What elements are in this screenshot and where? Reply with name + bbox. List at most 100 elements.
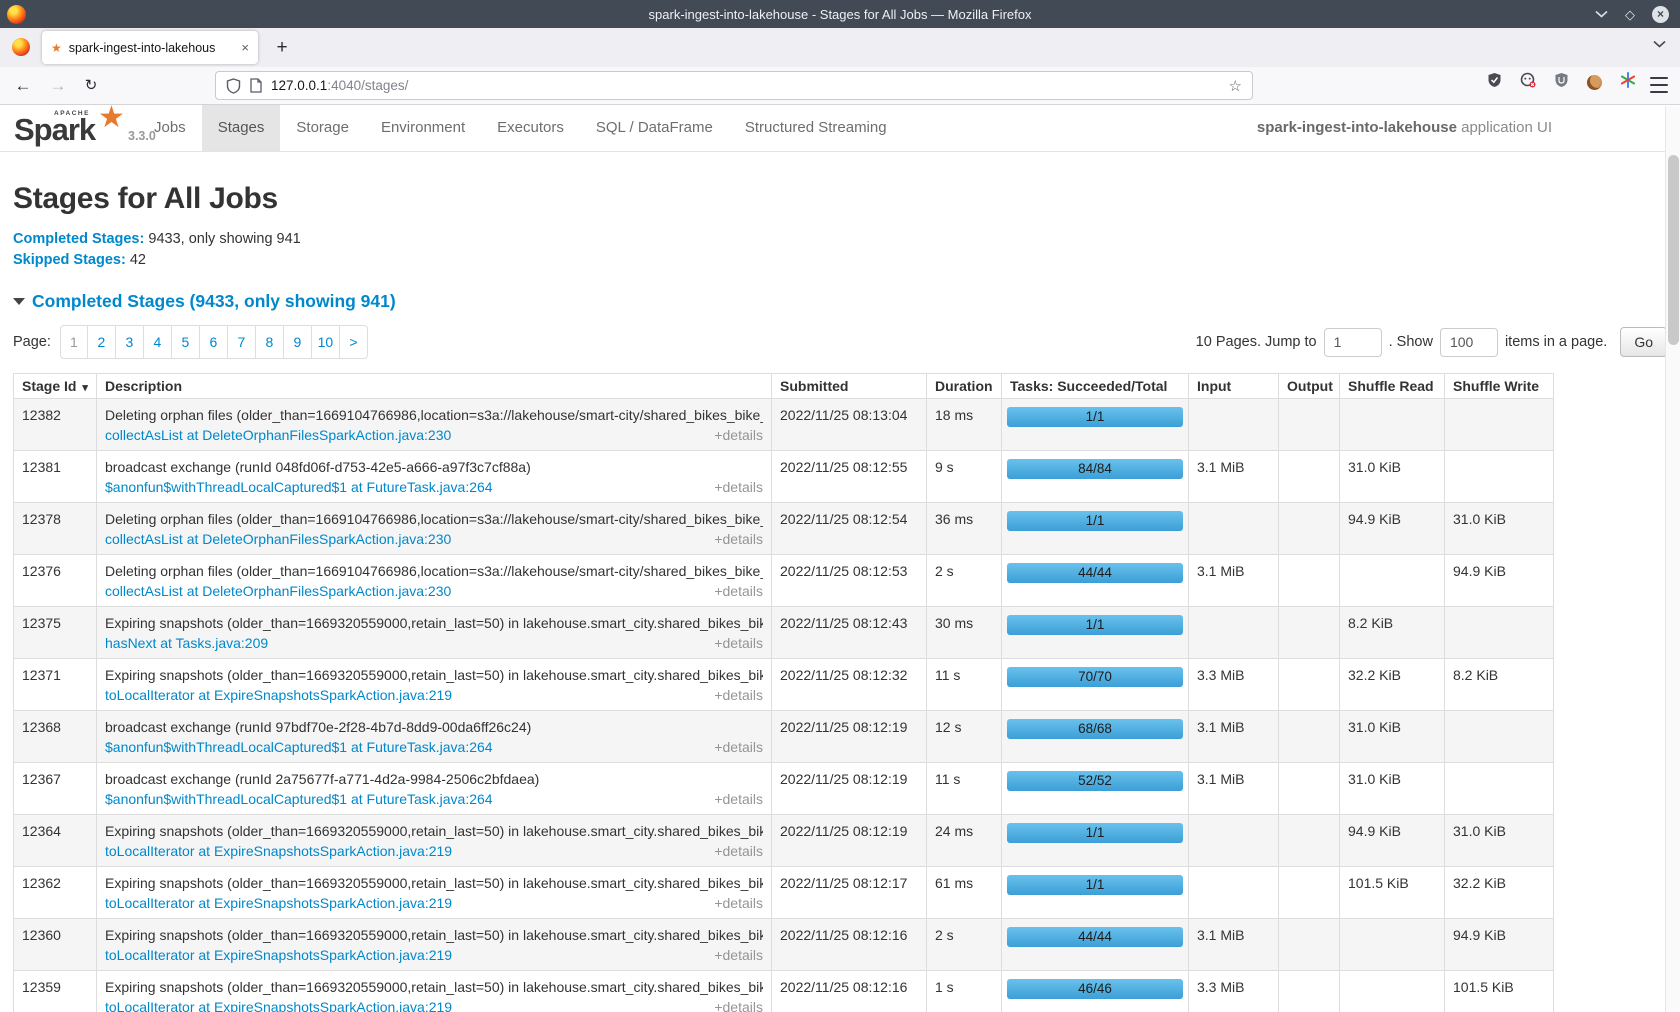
stage-detail-link[interactable]: $anonfun$withThreadLocalCaptured$1 at Fu…	[105, 477, 493, 497]
page-button-10[interactable]: 10	[312, 325, 340, 359]
nav-item-jobs[interactable]: Jobs	[138, 105, 202, 151]
nav-item-storage[interactable]: Storage	[280, 105, 365, 151]
page-button-6[interactable]: 6	[200, 325, 228, 359]
completed-stages-section-toggle[interactable]: Completed Stages (9433, only showing 941…	[13, 291, 1667, 312]
spark-logo[interactable]: APACHE Spark ★	[14, 106, 132, 151]
input-cell: 3.1 MiB	[1189, 711, 1279, 763]
shuffle-write-cell: 32.2 KiB	[1445, 867, 1554, 919]
list-tabs-chevron-icon[interactable]	[1653, 40, 1666, 48]
tracking-protection-shield-icon[interactable]	[226, 78, 241, 94]
items-per-page-input[interactable]	[1440, 328, 1498, 357]
next-page-button[interactable]: >	[340, 325, 368, 359]
header-output[interactable]: Output	[1279, 374, 1340, 399]
details-toggle[interactable]: +details	[714, 685, 763, 705]
stage-detail-link[interactable]: collectAsList at DeleteOrphanFilesSparkA…	[105, 529, 451, 549]
details-toggle[interactable]: +details	[714, 529, 763, 549]
stage-id-cell: 12381	[14, 451, 97, 503]
bookmark-star-icon[interactable]: ☆	[1229, 77, 1242, 95]
tasks-progress-bar: 1/1	[1007, 823, 1183, 843]
reload-button[interactable]: ↻	[77, 72, 105, 100]
skipped-stages-summary: Skipped Stages: 42	[13, 250, 1667, 270]
asterisk-extension-icon[interactable]	[1620, 72, 1636, 93]
page-button-7[interactable]: 7	[228, 325, 256, 359]
stage-detail-link[interactable]: collectAsList at DeleteOrphanFilesSparkA…	[105, 581, 451, 601]
back-button[interactable]: ←	[9, 72, 37, 100]
header-tasks[interactable]: Tasks: Succeeded/Total	[1002, 374, 1189, 399]
details-toggle[interactable]: +details	[714, 581, 763, 601]
completed-stages-link[interactable]: Completed Stages:	[13, 231, 144, 247]
description-cell: broadcast exchange (runId 048fd06f-d753-…	[97, 451, 772, 503]
details-toggle[interactable]: +details	[714, 477, 763, 497]
page-button-3[interactable]: 3	[116, 325, 144, 359]
output-cell	[1279, 919, 1340, 971]
details-toggle[interactable]: +details	[714, 997, 763, 1012]
shuffle-read-cell: 32.2 KiB	[1340, 659, 1445, 711]
tasks-cell: 1/1	[1002, 607, 1189, 659]
tab-close-icon[interactable]: ×	[241, 40, 249, 55]
nav-item-environment[interactable]: Environment	[365, 105, 481, 151]
new-tab-button[interactable]: +	[268, 34, 296, 62]
details-toggle[interactable]: +details	[714, 893, 763, 913]
header-submitted[interactable]: Submitted	[772, 374, 927, 399]
header-input[interactable]: Input	[1189, 374, 1279, 399]
stage-detail-link[interactable]: $anonfun$withThreadLocalCaptured$1 at Fu…	[105, 789, 493, 809]
page-button-8[interactable]: 8	[256, 325, 284, 359]
page-scrollbar[interactable]	[1665, 106, 1680, 1012]
stage-detail-link[interactable]: hasNext at Tasks.java:209	[105, 633, 268, 653]
header-stage-id[interactable]: Stage Id ▾	[14, 374, 97, 399]
tab-title: spark-ingest-into-lakehous	[69, 41, 219, 55]
browser-tab[interactable]: ★ spark-ingest-into-lakehous ×	[42, 31, 258, 64]
shuffle-write-cell	[1445, 399, 1554, 451]
tasks-progress-bar: 44/44	[1007, 563, 1183, 583]
maximize-button[interactable]: ◇	[1625, 8, 1635, 21]
minimize-button[interactable]	[1595, 10, 1608, 18]
forward-button[interactable]: →	[44, 72, 72, 100]
stage-detail-link[interactable]: collectAsList at DeleteOrphanFilesSparkA…	[105, 425, 451, 445]
nav-item-stages[interactable]: Stages	[202, 105, 281, 151]
shield-check-extension-icon[interactable]	[1487, 72, 1502, 93]
submitted-cell: 2022/11/25 08:12:16	[772, 919, 927, 971]
header-duration[interactable]: Duration	[927, 374, 1002, 399]
input-cell	[1189, 815, 1279, 867]
jump-to-page-input[interactable]	[1324, 328, 1382, 357]
url-bar[interactable]: 127.0.0.1:4040/stages/ ☆	[215, 71, 1253, 100]
details-toggle[interactable]: +details	[714, 737, 763, 757]
description-cell: Expiring snapshots (older_than=166932055…	[97, 919, 772, 971]
cookie-icon[interactable]	[1587, 75, 1602, 90]
stage-detail-link[interactable]: toLocalIterator at ExpireSnapshotsSparkA…	[105, 893, 452, 913]
page-button-1[interactable]: 1	[60, 325, 88, 359]
header-description[interactable]: Description	[97, 374, 772, 399]
stage-detail-link[interactable]: toLocalIterator at ExpireSnapshotsSparkA…	[105, 685, 452, 705]
description-cell: broadcast exchange (runId 97bdf70e-2f28-…	[97, 711, 772, 763]
input-cell	[1189, 607, 1279, 659]
page-button-5[interactable]: 5	[172, 325, 200, 359]
header-shuffle-write[interactable]: Shuffle Write	[1445, 374, 1554, 399]
details-toggle[interactable]: +details	[714, 633, 763, 653]
page-button-2[interactable]: 2	[88, 325, 116, 359]
tasks-progress-bar: 44/44	[1007, 927, 1183, 947]
stage-detail-link[interactable]: toLocalIterator at ExpireSnapshotsSparkA…	[105, 841, 452, 861]
details-toggle[interactable]: +details	[714, 945, 763, 965]
firefox-icon[interactable]	[12, 38, 30, 56]
stage-detail-link[interactable]: toLocalIterator at ExpireSnapshotsSparkA…	[105, 997, 452, 1012]
nav-item-executors[interactable]: Executors	[481, 105, 580, 151]
details-toggle[interactable]: +details	[714, 425, 763, 445]
go-button[interactable]: Go	[1620, 327, 1667, 357]
nav-item-structured-streaming[interactable]: Structured Streaming	[729, 105, 903, 151]
stage-detail-link[interactable]: $anonfun$withThreadLocalCaptured$1 at Fu…	[105, 737, 493, 757]
nav-item-sql-dataframe[interactable]: SQL / DataFrame	[580, 105, 729, 151]
details-toggle[interactable]: +details	[714, 841, 763, 861]
site-info-icon[interactable]	[250, 78, 262, 93]
header-shuffle-read[interactable]: Shuffle Read	[1340, 374, 1445, 399]
mask-extension-icon[interactable]	[1520, 72, 1536, 93]
details-toggle[interactable]: +details	[714, 789, 763, 809]
skipped-stages-link[interactable]: Skipped Stages:	[13, 252, 126, 268]
ublock-shield-icon[interactable]	[1554, 72, 1569, 93]
page-button-9[interactable]: 9	[284, 325, 312, 359]
menu-icon[interactable]	[1650, 77, 1668, 93]
stage-id-cell: 12378	[14, 503, 97, 555]
stage-detail-link[interactable]: toLocalIterator at ExpireSnapshotsSparkA…	[105, 945, 452, 965]
page-button-4[interactable]: 4	[144, 325, 172, 359]
scrollbar-thumb[interactable]	[1668, 155, 1679, 345]
close-button[interactable]: ×	[1652, 6, 1669, 23]
